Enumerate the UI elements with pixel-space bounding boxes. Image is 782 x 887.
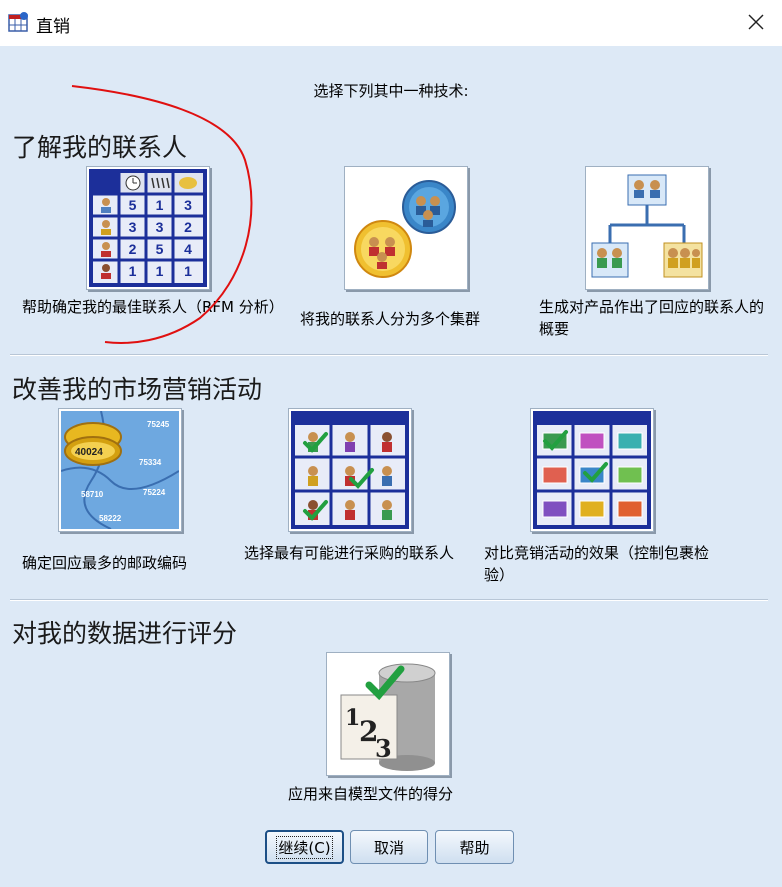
rfm-cell: 1 (184, 263, 192, 279)
select-contacts-button[interactable] (288, 408, 412, 532)
close-icon (748, 14, 764, 30)
rfm-cell: 4 (184, 241, 192, 257)
score-data-label: 应用来自模型文件的得分 (288, 785, 454, 803)
select-contacts-grid-icon (291, 411, 409, 529)
score-data-button[interactable]: 1 2 3 (326, 652, 450, 776)
rfm-cell: 2 (129, 241, 137, 257)
rfm-analysis-label: 帮助确定我的最佳联系人（RFM 分析） (22, 298, 284, 316)
rfm-analysis-button[interactable]: 5 1 3 3 3 2 2 5 4 1 1 1 (86, 166, 210, 290)
cancel-button[interactable]: 取消 (350, 830, 428, 864)
select-contacts-label: 选择最有可能进行采购的联系人 (244, 544, 455, 562)
spss-grid-icon (8, 12, 28, 32)
help-button[interactable]: 帮助 (435, 830, 514, 864)
title-bar: 直销 (0, 0, 782, 46)
rfm-cell: 1 (129, 263, 137, 279)
postal-code: 58222 (99, 514, 122, 523)
rfm-cell: 1 (156, 263, 164, 279)
section-divider (10, 354, 768, 356)
postal-code: 75334 (139, 458, 162, 467)
window-title: 直销 (36, 17, 70, 37)
postal-code: 58710 (81, 490, 104, 499)
rfm-table-icon: 5 1 3 3 3 2 2 5 4 1 1 1 (89, 169, 207, 287)
continue-button[interactable]: 继续(C) (265, 830, 344, 864)
section-title-contacts: 了解我的联系人 (12, 133, 188, 162)
postal-code-map-icon: 75245 40024 75334 58710 75224 58222 (61, 411, 179, 529)
technique-prompt: 选择下列其中一种技术: (313, 82, 469, 100)
contact-clusters-icon (354, 180, 456, 278)
rfm-cell: 5 (129, 197, 137, 213)
control-package-test-label: 对比竞销活动的效果（控制包裹检验） (484, 544, 710, 584)
close-button[interactable] (742, 8, 770, 36)
section-title-scoring: 对我的数据进行评分 (12, 619, 238, 648)
cluster-contacts-label: 将我的联系人分为多个集群 (300, 310, 481, 328)
respondent-profile-button[interactable] (585, 166, 709, 290)
continue-label: 继续(C) (276, 835, 333, 859)
section-title-marketing: 改善我的市场营销活动 (12, 375, 263, 404)
postal-code-response-button[interactable]: 75245 40024 75334 58710 75224 58222 (58, 408, 182, 532)
rfm-cell: 3 (156, 219, 164, 235)
control-package-test-button[interactable] (530, 408, 654, 532)
respondent-profile-label: 生成对产品作出了回应的联系人的概要 (539, 298, 765, 338)
rfm-cell: 5 (156, 241, 164, 257)
postal-code: 40024 (75, 447, 103, 458)
postal-code-response-label: 确定回应最多的邮政编码 (22, 554, 188, 572)
rfm-cell: 1 (156, 197, 164, 213)
postal-code: 75224 (143, 488, 166, 497)
postal-code: 75245 (147, 420, 170, 429)
campaign-envelopes-icon (533, 411, 651, 529)
dialog-content: 选择下列其中一种技术: 了解我的联系人 5 1 3 3 3 2 2 5 4 1 … (0, 46, 782, 887)
svg-text:3: 3 (375, 734, 392, 763)
rfm-cell: 2 (184, 219, 192, 235)
score-model-icon: 1 2 3 (340, 663, 436, 771)
cluster-contacts-button[interactable] (344, 166, 468, 290)
contact-hierarchy-icon (591, 174, 703, 278)
rfm-cell: 3 (129, 219, 137, 235)
rfm-cell: 3 (184, 197, 192, 213)
section-divider (10, 599, 768, 601)
